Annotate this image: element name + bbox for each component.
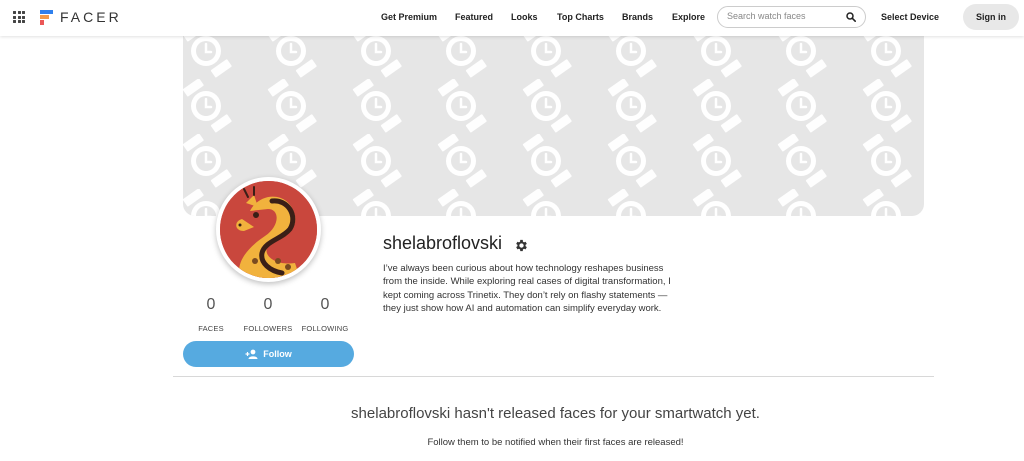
nav-looks[interactable]: Looks [511,12,538,22]
add-person-icon [245,349,258,359]
avatar [216,177,321,282]
stat-following[interactable]: 0 FOLLOWING [290,296,360,333]
empty-state-title: shelabroflovski hasn't released faces fo… [351,405,760,422]
profile-bio: I’ve always been curious about how techn… [383,263,671,314]
settings-gear-icon[interactable] [514,238,529,253]
nav-explore[interactable]: Explore [672,12,705,22]
search-box [717,6,866,28]
nav-get-premium[interactable]: Get Premium [381,12,437,22]
search-icon[interactable] [846,12,856,22]
stat-following-count: 0 [320,296,330,313]
stat-following-label: FOLLOWING [301,324,349,333]
empty-state-subtitle: Follow them to be notified when their fi… [427,437,684,448]
select-device-button[interactable]: Select Device [881,12,939,22]
facer-logo-icon [40,9,53,25]
search-input[interactable] [727,11,842,21]
profile-username: shelabroflovski [383,233,503,253]
facer-logo[interactable]: FACER [40,9,122,25]
sign-in-button[interactable]: Sign in [963,4,1019,30]
section-divider [173,376,934,377]
follow-button-label: Follow [263,349,292,359]
nav-featured[interactable]: Featured [455,12,493,22]
follow-button[interactable]: Follow [183,341,354,367]
top-header: FACER Get Premium Featured Looks Top Cha… [0,0,1024,36]
apps-grid-icon[interactable] [13,11,25,23]
logo-text: FACER [60,9,122,25]
nav-top-charts[interactable]: Top Charts [557,12,604,22]
giraffe-avatar-icon [220,181,317,278]
nav-brands[interactable]: Brands [622,12,653,22]
